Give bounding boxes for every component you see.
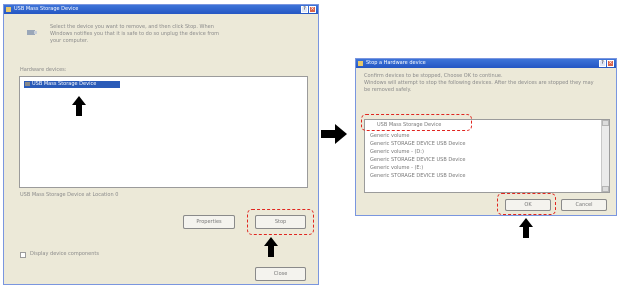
cancel-button[interactable]: Cancel <box>561 199 607 211</box>
list-item[interactable]: Generic STORAGE DEVICE USB Device <box>370 157 465 164</box>
display-components-label: Display device components <box>30 251 99 257</box>
window-icon <box>6 7 11 12</box>
arrow-up-icon <box>72 96 86 116</box>
dialog2-line1: Confirm devices to be stopped, Choose OK… <box>364 73 503 79</box>
list-item[interactable]: Generic volume - (D:) <box>370 149 424 156</box>
dialog1-intro-line3: your computer. <box>50 38 89 44</box>
list-item[interactable]: Generic volume - (E:) <box>370 165 423 172</box>
help-button[interactable]: ? <box>599 60 606 67</box>
dialog1-titlebar[interactable]: USB Mass Storage Device ? × <box>4 5 318 14</box>
dialog-stop-hardware-device: Stop a Hardware device ? × Confirm devic… <box>355 58 617 216</box>
usb-device-icon <box>27 30 37 35</box>
window-icon <box>358 61 363 66</box>
display-components-checkbox[interactable] <box>20 252 26 258</box>
ok-button-highlight <box>497 193 556 215</box>
dialog2-titlebar[interactable]: Stop a Hardware device ? × <box>356 59 616 68</box>
first-item-highlight <box>361 114 472 131</box>
scroll-up-button[interactable] <box>602 120 609 126</box>
selected-item-label: USB Mass Storage Device <box>32 81 97 87</box>
arrow-right-icon <box>321 124 347 144</box>
list-item-selected[interactable]: USB Mass Storage Device <box>24 81 120 88</box>
dialog-usb-mass-storage: USB Mass Storage Device ? × Select the d… <box>3 4 319 285</box>
close-window-button[interactable]: × <box>607 60 614 67</box>
drive-icon <box>25 82 30 86</box>
list-item[interactable]: Generic STORAGE DEVICE USB Device <box>370 173 465 180</box>
dialog1-intro-line1: Select the device you want to remove, an… <box>50 24 214 30</box>
dialog2-line2: Windows will attempt to stop the followi… <box>364 80 594 86</box>
scroll-down-button[interactable] <box>602 186 609 192</box>
list-scrollbar[interactable] <box>601 120 609 192</box>
arrow-up-icon <box>519 218 533 238</box>
list-item[interactable]: Generic STORAGE DEVICE USB Device <box>370 141 465 148</box>
dialog2-title: Stop a Hardware device <box>366 60 426 66</box>
close-button[interactable]: Close <box>255 267 306 281</box>
dialog2-line3: be removed safely. <box>364 87 412 93</box>
dialog1-title: USB Mass Storage Device <box>14 6 79 12</box>
hardware-devices-list[interactable]: USB Mass Storage Device <box>19 76 308 188</box>
properties-button[interactable]: Properties <box>183 215 235 229</box>
dialog1-intro-line2: Windows notifies you that it is safe to … <box>50 31 220 37</box>
stop-button-highlight <box>247 209 314 235</box>
device-status-text: USB Mass Storage Device at Location 0 <box>20 192 119 198</box>
hardware-devices-label: Hardware devices: <box>20 67 67 73</box>
help-button[interactable]: ? <box>301 6 308 13</box>
arrow-up-icon <box>264 237 278 257</box>
list-item[interactable]: Generic volume <box>370 133 410 140</box>
close-window-button[interactable]: × <box>309 6 316 13</box>
